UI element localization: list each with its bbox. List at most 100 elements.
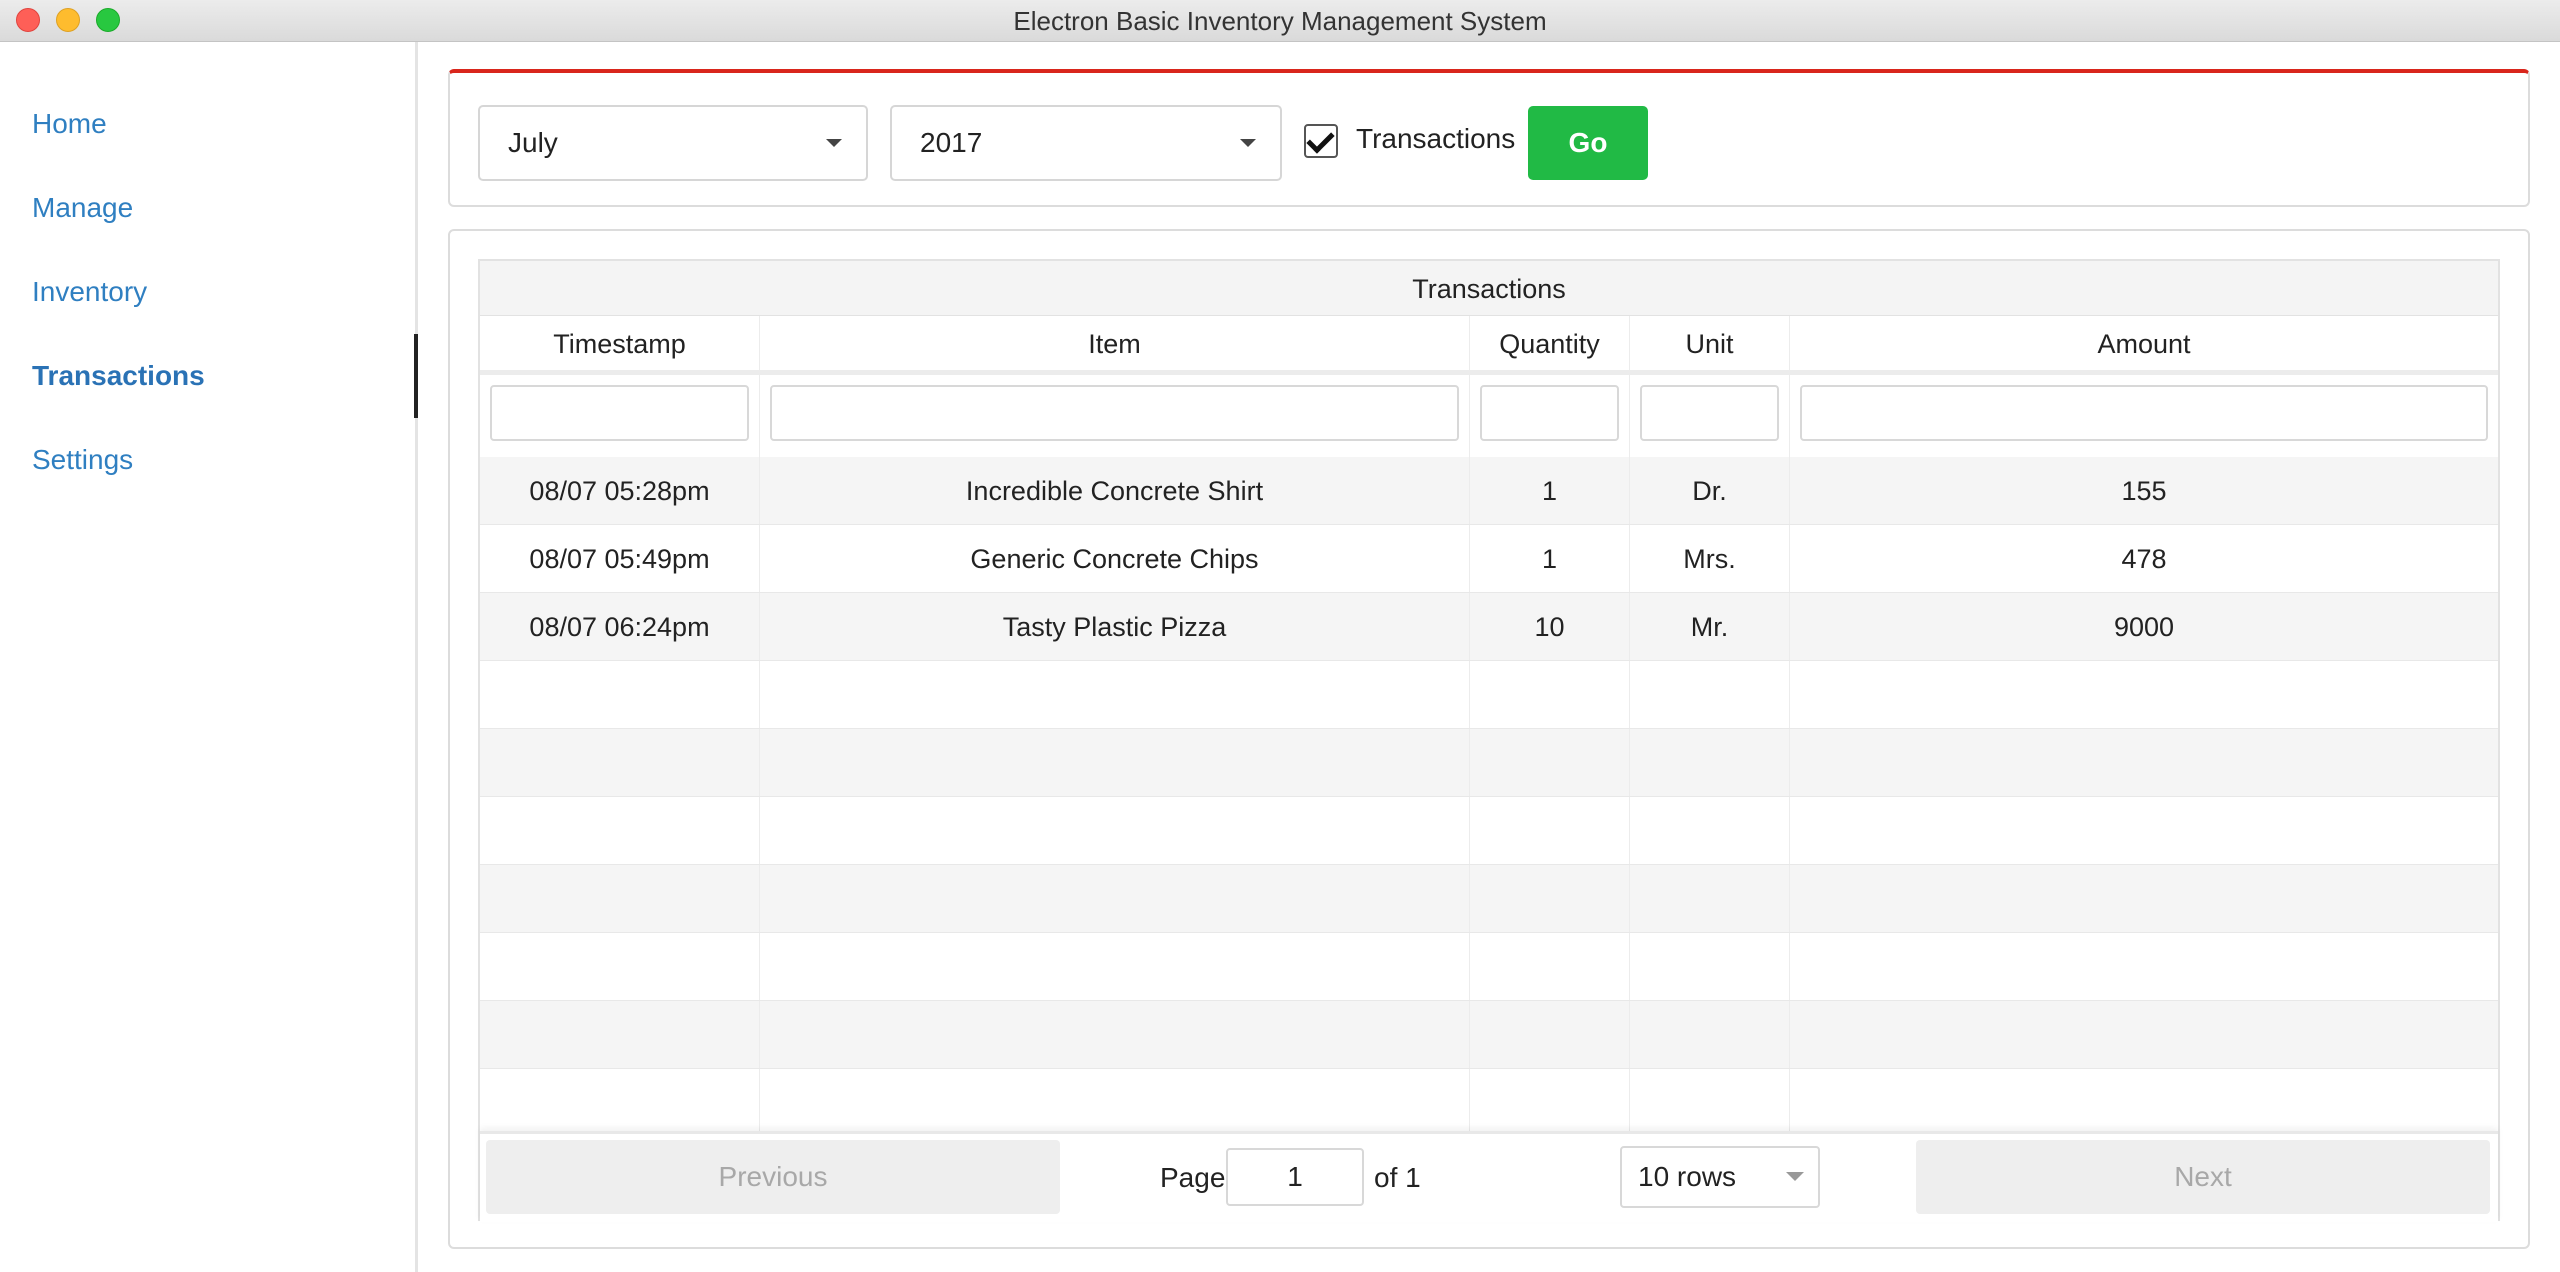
column-header-amount[interactable]: Amount (1790, 316, 2498, 370)
item-cell: Tasty Plastic Pizza (760, 593, 1470, 660)
sidebar-item-settings[interactable]: Settings (32, 444, 133, 476)
table-header-row: Timestamp Item Quantity Unit Amount (480, 316, 2498, 375)
empty-table-row (480, 933, 2498, 1001)
empty-cell (760, 865, 1470, 932)
go-button[interactable]: Go (1528, 106, 1648, 180)
item-cell: Incredible Concrete Shirt (760, 457, 1470, 524)
empty-table-row (480, 865, 2498, 933)
empty-cell (480, 661, 760, 728)
transactions-checkbox-label: Transactions (1356, 123, 1516, 154)
transactions-checkbox[interactable] (1304, 124, 1338, 158)
unit-cell: Mr. (1630, 593, 1790, 660)
empty-cell (760, 729, 1470, 796)
sidebar: Home Manage Inventory Transactions Setti… (0, 42, 418, 1272)
column-header-timestamp[interactable]: Timestamp (480, 316, 760, 370)
column-header-quantity[interactable]: Quantity (1470, 316, 1630, 370)
transactions-table: Transactions Timestamp Item Quantity Uni… (478, 259, 2500, 1222)
empty-cell (480, 797, 760, 864)
empty-cell (1630, 661, 1790, 728)
empty-cell (1790, 797, 2498, 864)
empty-cell (480, 1001, 760, 1068)
amount-filter-input[interactable] (1800, 385, 2488, 441)
empty-cell (1470, 729, 1630, 796)
empty-cell (1470, 797, 1630, 864)
empty-cell (1470, 933, 1630, 1000)
empty-cell (480, 865, 760, 932)
timestamp-cell: 08/07 05:28pm (480, 457, 760, 524)
column-header-unit[interactable]: Unit (1630, 316, 1790, 370)
empty-cell (1630, 729, 1790, 796)
empty-cell (1470, 865, 1630, 932)
empty-cell (1790, 661, 2498, 728)
page-number-input[interactable]: 1 (1226, 1148, 1364, 1206)
empty-cell (1630, 1001, 1790, 1068)
chevron-down-icon (826, 139, 842, 147)
empty-cell (760, 797, 1470, 864)
unit-cell: Mrs. (1630, 525, 1790, 592)
empty-table-row (480, 797, 2498, 865)
year-select[interactable]: 2017 (890, 105, 1282, 181)
empty-cell (1470, 1001, 1630, 1068)
timestamp-cell: 08/07 06:24pm (480, 593, 760, 660)
empty-table-row (480, 729, 2498, 797)
quantity-cell: 1 (1470, 457, 1630, 524)
empty-cell (480, 933, 760, 1000)
table-filter-row (480, 375, 2498, 457)
amount-cell: 478 (2121, 544, 2167, 574)
amount-cell: 155 (2121, 476, 2167, 506)
empty-cell (760, 1001, 1470, 1068)
amount-cell: 9000 (2113, 612, 2175, 642)
sidebar-item-transactions[interactable]: Transactions (32, 360, 205, 392)
rows-per-page-select[interactable]: 10 rows (1620, 1146, 1820, 1208)
chevron-down-icon (1240, 139, 1256, 147)
empty-cell (760, 933, 1470, 1000)
column-header-item[interactable]: Item (760, 316, 1470, 370)
month-select-value: July (508, 127, 558, 158)
empty-cell (1470, 661, 1630, 728)
transactions-panel: Transactions Timestamp Item Quantity Uni… (448, 229, 2530, 1249)
quantity-cell: 10 (1470, 593, 1630, 660)
empty-cell (1790, 729, 2498, 796)
table-caption: Transactions (480, 261, 2498, 316)
filter-cell (1470, 375, 1630, 457)
filter-cell (760, 375, 1470, 457)
item-cell: Generic Concrete Chips (760, 525, 1470, 592)
filter-cell (1630, 375, 1790, 457)
quantity-filter-input[interactable] (1480, 385, 1619, 441)
item-filter-input[interactable] (770, 385, 1459, 441)
empty-cell (760, 1069, 1470, 1136)
previous-page-button[interactable]: Previous (486, 1140, 1060, 1214)
checkmark-icon (1306, 125, 1335, 154)
rows-per-page-value: 10 rows (1638, 1161, 1737, 1192)
empty-table-row (480, 661, 2498, 729)
quantity-cell: 1 (1470, 525, 1630, 592)
empty-cell (480, 729, 760, 796)
year-select-value: 2017 (920, 127, 983, 158)
timestamp-filter-input[interactable] (490, 385, 749, 441)
next-page-button[interactable]: Next (1916, 1140, 2490, 1214)
sidebar-item-home[interactable]: Home (32, 108, 107, 140)
empty-cell (1790, 865, 2498, 932)
sidebar-item-inventory[interactable]: Inventory (32, 276, 147, 308)
empty-cell (1630, 1069, 1790, 1136)
empty-cell (1630, 933, 1790, 1000)
empty-cell (1790, 1001, 2498, 1068)
filter-panel: July 2017 Transactions Go (448, 69, 2530, 207)
unit-cell: Dr. (1630, 457, 1790, 524)
empty-cell (1470, 1069, 1630, 1136)
pagination-bar: Previous Page 1 of 1 10 rows Next (480, 1131, 2498, 1222)
empty-cell (480, 1069, 760, 1136)
table-row[interactable]: 08/07 06:24pm Tasty Plastic Pizza 10 Mr.… (480, 593, 2498, 661)
empty-cell (1790, 933, 2498, 1000)
empty-cell (1630, 797, 1790, 864)
table-row[interactable]: 08/07 05:28pm Incredible Concrete Shirt … (480, 457, 2498, 525)
table-row[interactable]: 08/07 05:49pm Generic Concrete Chips 1 M… (480, 525, 2498, 593)
sidebar-item-manage[interactable]: Manage (32, 192, 133, 224)
title-bar: Electron Basic Inventory Management Syst… (0, 0, 2560, 42)
active-nav-indicator (414, 334, 418, 418)
month-select[interactable]: July (478, 105, 868, 181)
chevron-down-icon (1786, 1172, 1804, 1181)
unit-filter-input[interactable] (1640, 385, 1779, 441)
filter-cell (480, 375, 760, 457)
filter-cell (1790, 375, 2498, 457)
